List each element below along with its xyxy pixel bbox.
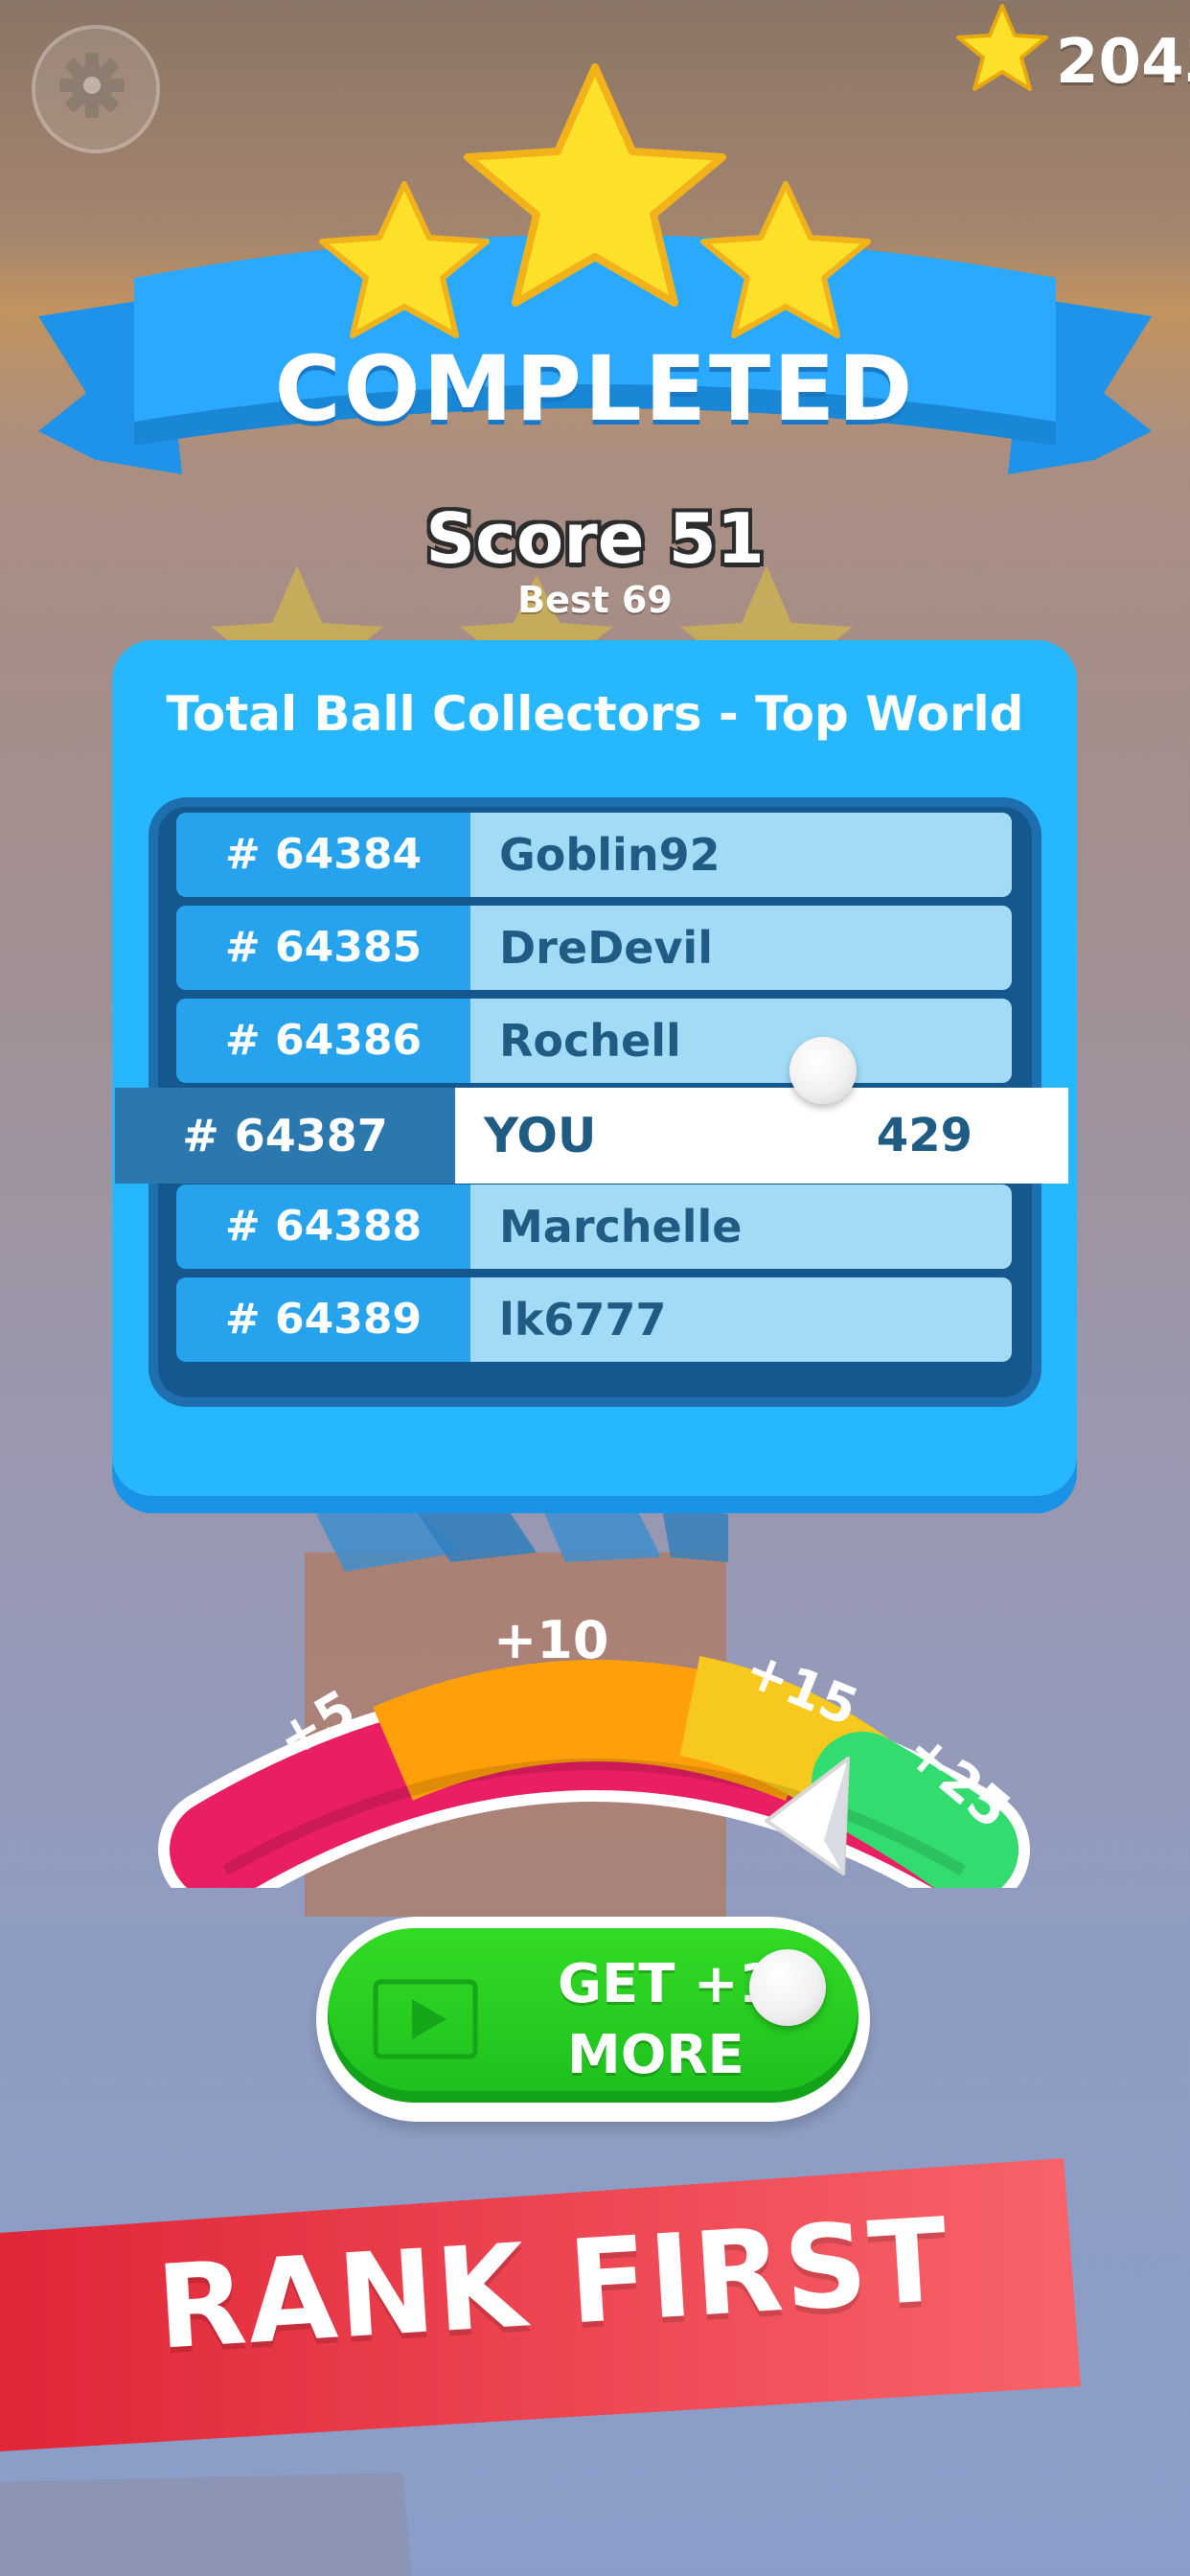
leaderboard-title: Total Ball Collectors - Top World <box>166 686 1024 742</box>
score-text: Score 51 <box>425 498 765 579</box>
rank-number: # 64388 <box>176 1184 470 1269</box>
get-more-button-face: GET +15 MORE <box>328 1928 858 2103</box>
completed-title: COMPLETED <box>274 337 916 442</box>
rank-number: # 64387 <box>115 1088 455 1184</box>
player-name: YOU <box>455 1088 1068 1184</box>
player-name: Marchelle <box>470 1184 1012 1269</box>
leaderboard-row: # 64385 DreDevil <box>176 906 1012 990</box>
leaderboard-row-you: # 64387 YOU 429 <box>115 1088 1068 1184</box>
player-name: DreDevil <box>470 906 1012 990</box>
player-score: 429 <box>876 1109 973 1162</box>
segment-label: +10 <box>493 1610 608 1670</box>
rank-number: # 64389 <box>176 1277 470 1362</box>
rank-number: # 64384 <box>176 813 470 897</box>
rank-number: # 64385 <box>176 906 470 990</box>
best-score-text: Best 69 <box>517 579 673 621</box>
get-more-button[interactable]: GET +15 MORE <box>316 1917 870 2122</box>
leaderboard-row: # 64386 Rochell <box>176 999 1012 1083</box>
player-name: Rochell <box>470 999 1012 1083</box>
rank-number: # 64386 <box>176 999 470 1083</box>
video-play-icon <box>373 1979 478 2059</box>
leaderboard-row: # 64389 lk6777 <box>176 1277 1012 1362</box>
player-name: Goblin92 <box>470 813 1012 897</box>
ball-icon <box>749 1949 826 2026</box>
leaderboard-row: # 64388 Marchelle <box>176 1184 1012 1269</box>
leaderboard-row: # 64384 Goblin92 <box>176 813 1012 897</box>
get-more-line2: MORE <box>567 2024 744 2086</box>
player-name: lk6777 <box>470 1277 1012 1362</box>
multiplier-meter: +5 +10 +15 +25 <box>158 1610 1030 1888</box>
ball <box>790 1037 857 1104</box>
